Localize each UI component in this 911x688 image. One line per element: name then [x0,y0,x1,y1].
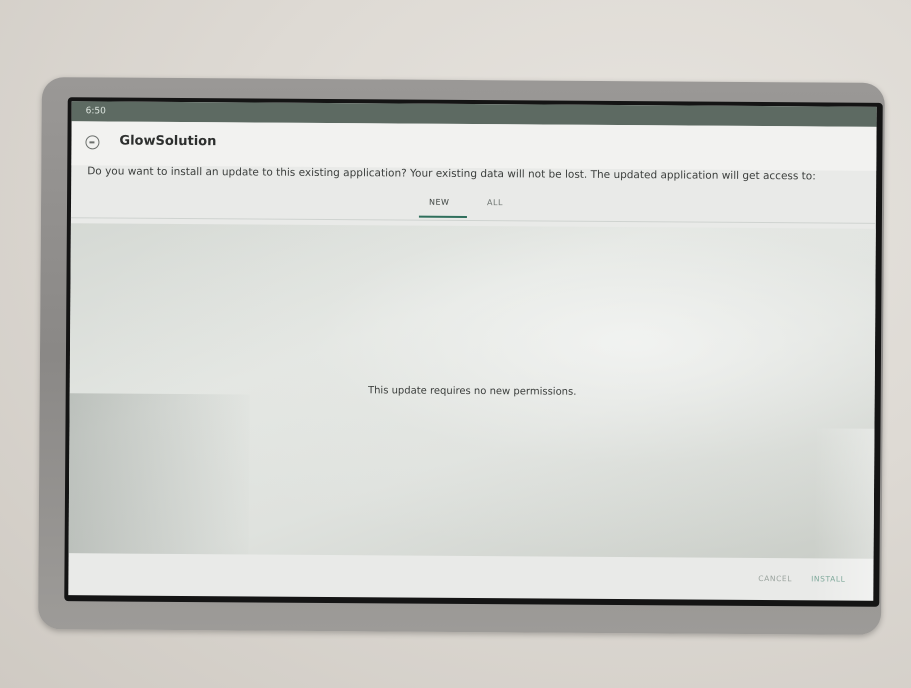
permission-tabs: NEW ALL [70,189,876,225]
action-bar: CANCEL INSTALL [744,566,845,587]
permissions-content: This update requires no new permissions. [68,223,876,601]
app-title: GlowSolution [119,133,217,150]
app-logo-icon [85,135,100,150]
device-screen: 6:50 GlowSolution Do you want to install… [68,101,877,601]
tab-all[interactable]: ALL [487,198,503,207]
status-time: 6:50 [85,106,106,117]
tab-divider [70,217,876,224]
cancel-button[interactable]: CANCEL [758,574,792,583]
install-button[interactable]: INSTALL [811,574,845,583]
app-header: GlowSolution [71,121,877,171]
tab-new[interactable]: NEW [429,198,450,207]
tab-indicator [418,215,467,218]
screen-reflection [68,393,250,555]
